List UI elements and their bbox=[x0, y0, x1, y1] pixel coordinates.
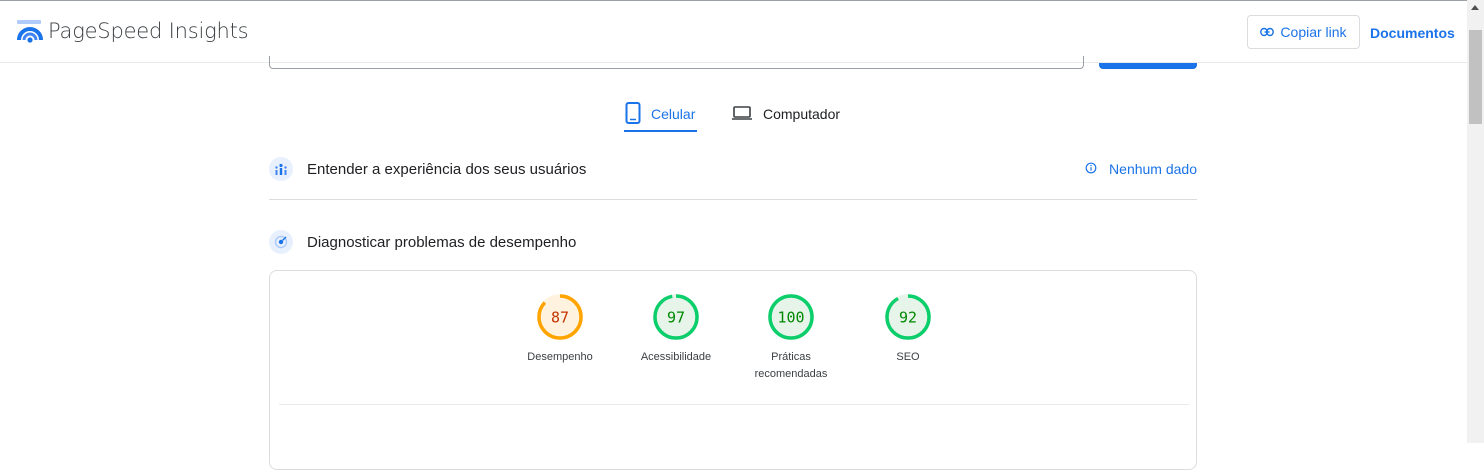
no-data-link[interactable]: Nenhum dado bbox=[1085, 161, 1197, 177]
scrollbar-thumb[interactable] bbox=[1469, 30, 1482, 124]
copy-link-label: Copiar link bbox=[1280, 24, 1347, 40]
score-gauge-práticas-recomendadas[interactable]: 100 Práticas recomendadas bbox=[741, 293, 841, 383]
app-title[interactable]: PageSpeed Insights bbox=[48, 19, 249, 43]
docs-link[interactable]: Documentos bbox=[1370, 25, 1455, 41]
tab-desktop[interactable]: Computador bbox=[731, 95, 840, 133]
info-icon bbox=[1085, 161, 1097, 177]
score-label: Práticas recomendadas bbox=[754, 351, 828, 380]
lab-data-title: Diagnosticar problemas de desempenho bbox=[307, 233, 577, 251]
copy-link-button[interactable]: Copiar link bbox=[1247, 15, 1360, 49]
score-ring: 87 bbox=[537, 294, 583, 340]
lab-data-section: Diagnosticar problemas de desempenho bbox=[269, 226, 1197, 258]
score-label: Desempenho bbox=[527, 351, 593, 363]
score-value: 100 bbox=[777, 309, 804, 327]
app-header: PageSpeed Insights Copiar link Documento… bbox=[0, 1, 1467, 63]
field-data-section: Entender a experiência dos seus usuários… bbox=[269, 153, 1197, 185]
score-value: 87 bbox=[551, 309, 569, 327]
no-data-label: Nenhum dado bbox=[1109, 161, 1197, 177]
device-tabs: Celular Computador bbox=[0, 95, 1467, 135]
smartphone-icon bbox=[625, 101, 641, 127]
diagnostics-icon bbox=[269, 230, 293, 254]
laptop-icon bbox=[731, 105, 753, 124]
score-label: Acessibilidade bbox=[640, 351, 712, 363]
card-divider bbox=[279, 404, 1189, 405]
tab-mobile[interactable]: Celular bbox=[625, 95, 695, 133]
users-icon bbox=[269, 157, 293, 181]
score-ring: 97 bbox=[653, 294, 699, 340]
field-data-title: Entender a experiência dos seus usuários bbox=[307, 160, 587, 178]
link-icon bbox=[1260, 24, 1275, 40]
section-divider bbox=[269, 199, 1197, 200]
tab-desktop-label: Computador bbox=[763, 106, 841, 122]
scores-card: 87 Desempenho 97 Acessibilidade 100 Práticas r… bbox=[269, 270, 1197, 470]
vertical-scrollbar[interactable] bbox=[1467, 0, 1484, 443]
score-gauge-seo[interactable]: 92 SEO bbox=[858, 293, 958, 366]
tab-mobile-label: Celular bbox=[651, 106, 696, 122]
analyze-button[interactable] bbox=[1099, 63, 1197, 69]
url-input[interactable] bbox=[269, 56, 1084, 69]
score-value: 97 bbox=[667, 309, 685, 327]
score-ring: 100 bbox=[768, 294, 814, 340]
scroll-up-arrow-icon[interactable] bbox=[1471, 5, 1479, 10]
active-tab-indicator bbox=[624, 130, 697, 132]
score-value: 92 bbox=[899, 309, 917, 327]
score-gauge-desempenho[interactable]: 87 Desempenho bbox=[510, 293, 610, 366]
score-gauge-acessibilidade[interactable]: 97 Acessibilidade bbox=[626, 293, 726, 366]
score-ring: 92 bbox=[885, 294, 931, 340]
score-label: SEO bbox=[896, 351, 920, 363]
pagespeed-logo-icon bbox=[16, 19, 44, 45]
